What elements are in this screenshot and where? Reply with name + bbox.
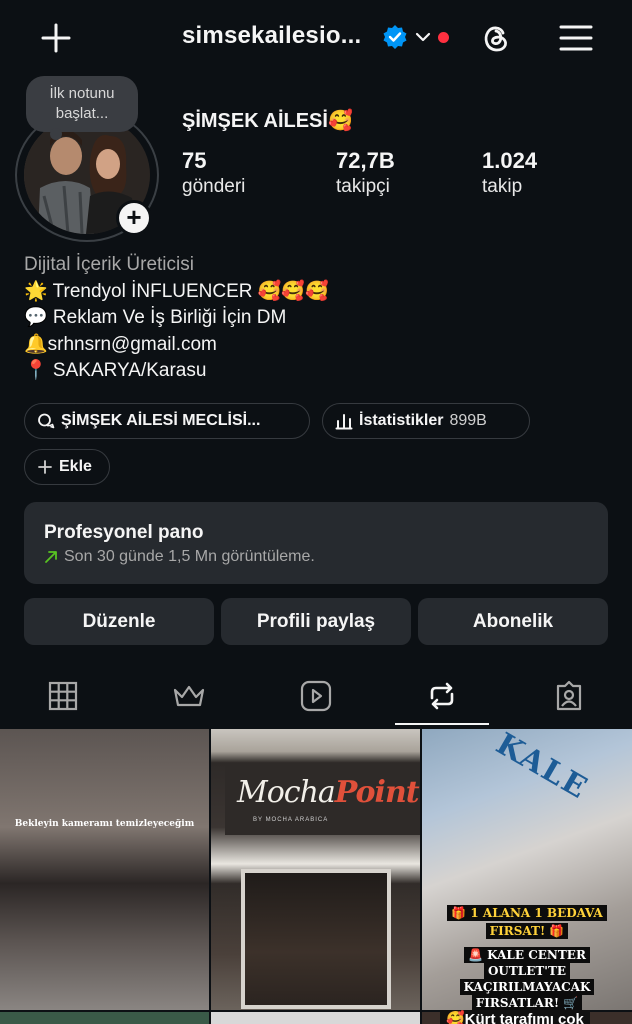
tagged-icon <box>556 680 582 711</box>
stat-following[interactable]: 1.024 takip <box>482 148 537 200</box>
bio-line: 🌟 Trendyol İNFLUENCER 🥰🥰🥰 <box>24 280 329 302</box>
bio: Dijital İçerik Üreticisi 🌟 Trendyol İNFL… <box>24 252 614 385</box>
reels-icon <box>300 680 332 712</box>
stat-label: takipçi <box>336 176 390 197</box>
tab-reels[interactable] <box>296 676 336 716</box>
plus-icon: + <box>119 203 149 233</box>
username-switcher[interactable]: simsekailesio... <box>182 22 361 50</box>
plus-icon[interactable] <box>38 20 74 56</box>
trend-arrow-icon <box>45 551 57 563</box>
plus-icon <box>38 460 52 474</box>
post-caption-line: 🎁 1 ALANA 1 BEDAVA <box>422 905 632 921</box>
bar-chart-icon <box>335 414 353 430</box>
chat-bubbles-icon <box>38 413 55 429</box>
stat-value: 1.024 <box>482 148 538 173</box>
grid-post[interactable] <box>0 1012 209 1024</box>
channel-chip[interactable]: ŞİMŞEK AİLESİ MECLİSİ... <box>24 403 310 439</box>
bio-location: 📍 SAKARYA/Karasu <box>24 360 207 381</box>
grid-post[interactable]: Bekleyin kameramı temizleyeceğim <box>0 729 209 1010</box>
bio-line: 💬 Reklam Ve İş Birliği İçin DM <box>24 307 287 328</box>
post-caption: Bekleyin kameramı temizleyeceğim <box>14 819 195 829</box>
note-bubble[interactable]: İlk notunu başlat... <box>26 76 138 140</box>
dashboard-title: Profesyonel pano <box>44 522 204 543</box>
bio-email[interactable]: 🔔srhnsrn@gmail.com <box>24 332 614 359</box>
active-tab-indicator <box>395 723 489 725</box>
subscription-button[interactable]: Abonelik <box>418 598 608 645</box>
grid-post[interactable]: KALE 🎁 1 ALANA 1 BEDAVA FIRSAT! 🎁 🚨 KALE… <box>422 729 632 1010</box>
reposts-icon <box>430 682 454 710</box>
tab-tagged[interactable] <box>549 676 589 716</box>
stat-label: gönderi <box>182 176 246 197</box>
menu-icon[interactable] <box>558 22 594 54</box>
post-caption-line: FIRSAT! 🎁 <box>422 923 632 939</box>
post-caption-line: 🚨 KALE CENTER <box>422 947 632 963</box>
grid-post[interactable]: MochaPoint BY MOCHA ARABICA <box>211 729 420 1010</box>
store-brand-sub: BY MOCHA ARABICA <box>253 817 329 823</box>
display-name: ŞİMŞEK AİLESİ🥰 <box>182 110 353 132</box>
post-caption-line: OUTLET'TE <box>422 963 632 979</box>
add-chip-label: Ekle <box>59 458 92 475</box>
stat-value: 72,7B <box>336 148 395 173</box>
bio-category: Dijital İçerik Üreticisi <box>24 254 194 275</box>
tab-reposts[interactable] <box>422 676 462 716</box>
stat-label: takip <box>482 176 523 197</box>
insights-chip[interactable]: İstatistikler 899B <box>322 403 530 439</box>
channel-chip-label: ŞİMŞEK AİLESİ MECLİSİ... <box>61 412 261 429</box>
post-caption: 🥰Kürt tarafımı çok <box>440 1010 590 1024</box>
dashboard-subtitle: Son 30 günde 1,5 Mn görüntüleme. <box>44 548 588 566</box>
stat-posts[interactable]: 75 gönderi <box>182 148 245 200</box>
insights-chip-value: 899B <box>449 412 487 429</box>
insights-chip-label: İstatistikler <box>359 412 444 429</box>
dashboard-views: Son 30 günde 1,5 Mn görüntüleme. <box>64 548 315 565</box>
grid-icon <box>48 681 78 711</box>
tab-subscriptions[interactable] <box>169 676 209 716</box>
top-bar: simsekailesio... <box>0 0 632 76</box>
verified-badge-icon <box>383 25 407 49</box>
post-caption-line: KAÇIRILMAYACAK <box>422 979 632 995</box>
add-chip[interactable]: Ekle <box>24 449 110 485</box>
cafe-entrance <box>241 869 391 1009</box>
store-brand: MochaPoint <box>237 775 420 810</box>
notification-dot <box>438 32 449 43</box>
post-caption-line: FIRSATLAR! 🛒 <box>422 995 632 1010</box>
stat-followers[interactable]: 72,7B takipçi <box>336 148 395 200</box>
crown-icon <box>173 685 205 707</box>
edit-profile-button[interactable]: Düzenle <box>24 598 214 645</box>
add-story-button[interactable]: + <box>116 200 152 236</box>
grid-post[interactable] <box>211 1012 420 1024</box>
threads-icon[interactable] <box>478 20 514 56</box>
professional-dashboard[interactable]: Profesyonel pano Son 30 günde 1,5 Mn gör… <box>24 502 608 584</box>
mall-sign: KALE <box>489 729 595 807</box>
stat-value: 75 <box>182 148 207 173</box>
share-profile-button[interactable]: Profili paylaş <box>221 598 411 645</box>
tab-grid[interactable] <box>43 676 83 716</box>
chevron-down-icon[interactable] <box>414 28 432 46</box>
